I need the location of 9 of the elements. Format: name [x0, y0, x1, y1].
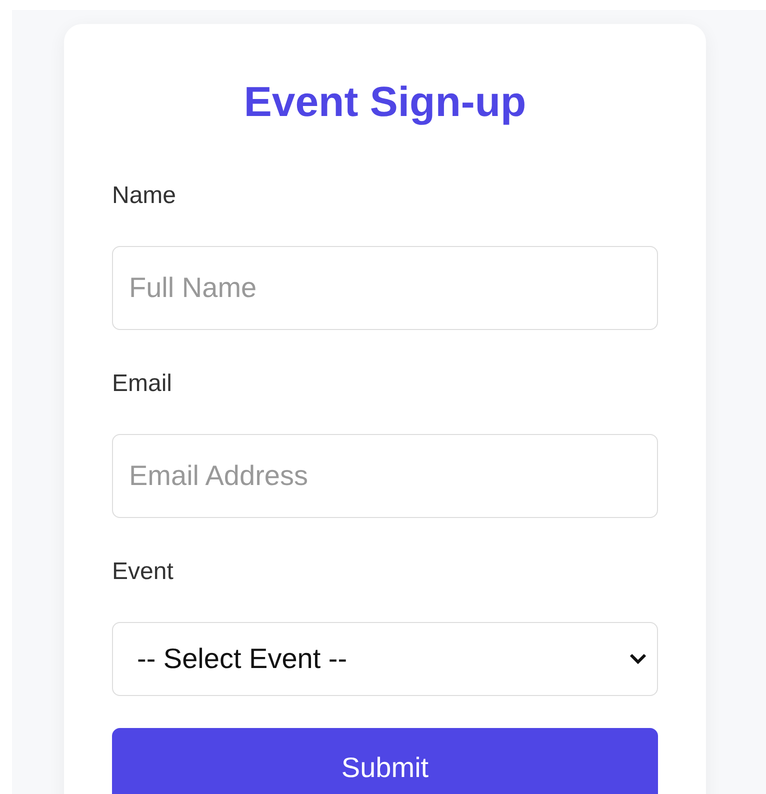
form-title: Event Sign-up	[242, 78, 528, 126]
event-dropdown[interactable]: -- Select Event --	[112, 622, 658, 696]
field-label: Name	[112, 182, 178, 210]
caret-icon	[629, 653, 647, 665]
field-label: Event	[112, 558, 174, 586]
submit-button[interactable]: Submit	[112, 728, 658, 794]
text-field[interactable]: Email Address	[112, 434, 658, 518]
text-field[interactable]: Full Name	[112, 246, 658, 330]
field-label: Email	[112, 370, 174, 398]
